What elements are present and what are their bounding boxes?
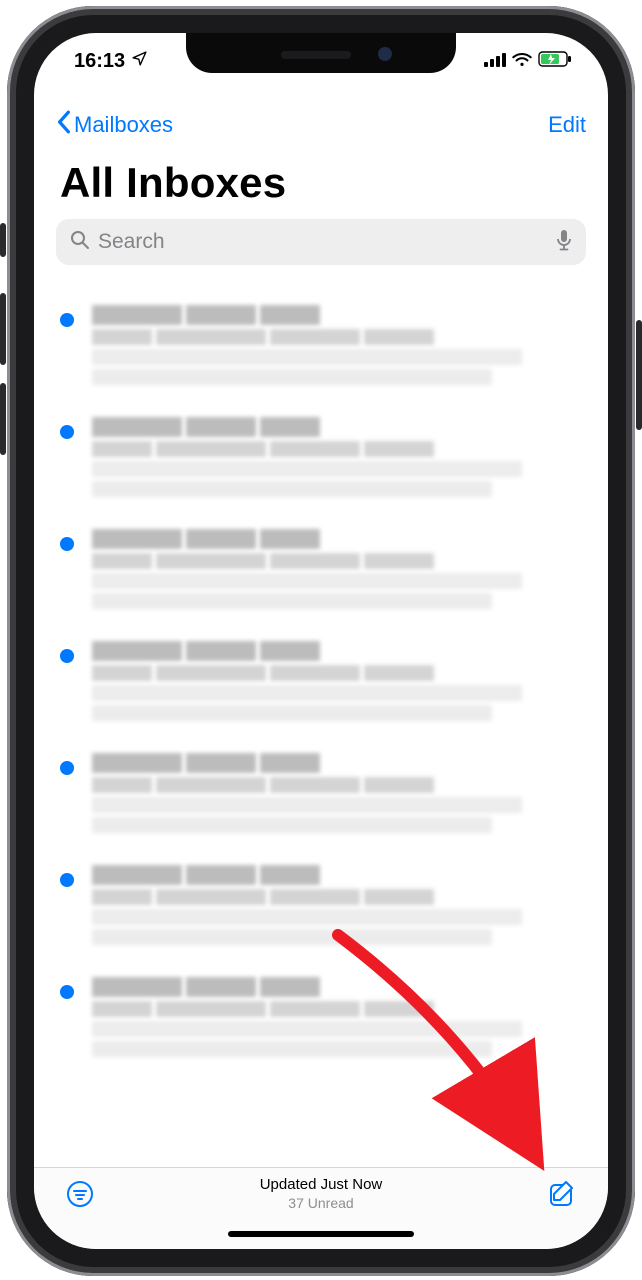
back-button[interactable]: Mailboxes (56, 110, 173, 140)
battery-icon (538, 50, 572, 73)
mail-row[interactable] (34, 515, 608, 627)
wifi-icon (512, 50, 532, 73)
unread-dot (60, 985, 74, 999)
dictation-icon[interactable] (556, 229, 572, 256)
notch (186, 33, 456, 73)
home-indicator[interactable] (228, 1231, 414, 1237)
mail-row[interactable] (34, 739, 608, 851)
nav-bar: Mailboxes Edit (34, 103, 608, 147)
clock: 16:13 (74, 50, 125, 73)
device-frame: 16:13 (7, 6, 635, 1276)
search-placeholder: Search (98, 230, 548, 254)
page-title: All Inboxes (60, 159, 286, 207)
mail-row[interactable] (34, 403, 608, 515)
chevron-left-icon (56, 110, 72, 140)
unread-dot (60, 313, 74, 327)
back-label: Mailboxes (74, 112, 173, 138)
mail-row[interactable] (34, 627, 608, 739)
unread-dot (60, 761, 74, 775)
mail-row[interactable] (34, 963, 608, 1075)
mail-list[interactable] (34, 291, 608, 1167)
unread-dot (60, 649, 74, 663)
volume-up-button[interactable] (0, 293, 6, 365)
search-icon (70, 230, 90, 255)
compose-button[interactable] (546, 1178, 578, 1210)
volume-down-button[interactable] (0, 383, 6, 455)
unread-dot (60, 425, 74, 439)
screen: 16:13 (34, 33, 608, 1249)
mail-row[interactable] (34, 851, 608, 963)
mail-row[interactable] (34, 291, 608, 403)
unread-dot (60, 873, 74, 887)
mute-switch[interactable] (0, 223, 6, 257)
filter-button[interactable] (64, 1178, 96, 1210)
unread-dot (60, 537, 74, 551)
side-button[interactable] (636, 320, 642, 430)
toolbar-status: Updated Just Now 37 Unread (34, 1176, 608, 1212)
search-field[interactable]: Search (56, 219, 586, 265)
location-icon (131, 50, 148, 73)
edit-button[interactable]: Edit (548, 112, 586, 138)
bottom-toolbar: Updated Just Now 37 Unread (34, 1167, 608, 1249)
sync-status: Updated Just Now (34, 1176, 608, 1195)
unread-count: 37 Unread (34, 1195, 608, 1213)
cellular-icon (484, 50, 506, 73)
